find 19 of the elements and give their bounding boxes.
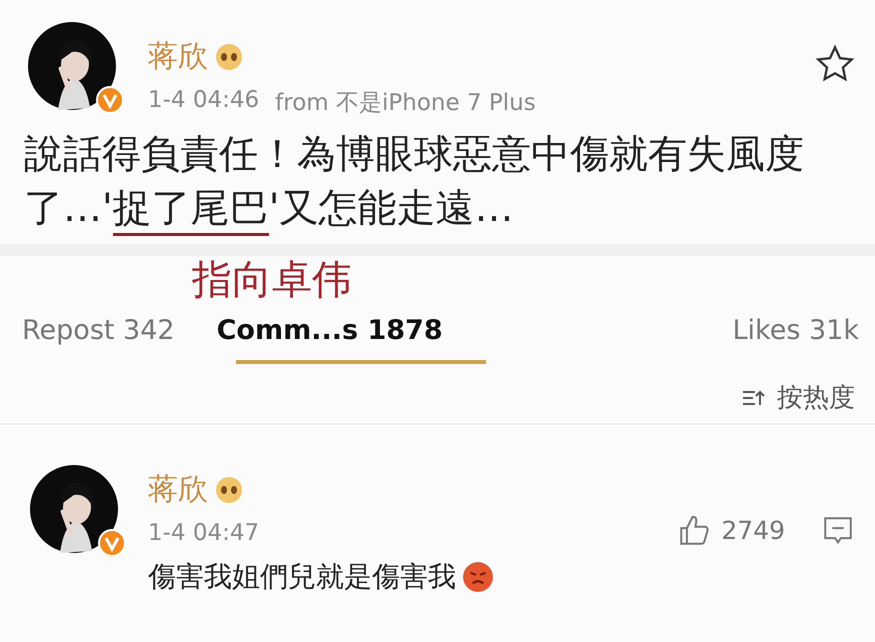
tab[interactable]: Likes 31k bbox=[732, 314, 859, 346]
tab[interactable]: Repost 342 bbox=[22, 314, 175, 346]
emoji-icon bbox=[214, 474, 244, 504]
comment-time: 1-4 04:47 bbox=[148, 520, 260, 546]
star-icon[interactable] bbox=[815, 44, 855, 84]
like-count: 2749 bbox=[721, 516, 785, 545]
verified-badge-icon bbox=[98, 529, 126, 557]
annotation-text: 指向卓伟 bbox=[192, 258, 353, 302]
post-source: from 不是iPhone 7 Plus bbox=[275, 89, 536, 118]
angry-emoji-icon bbox=[462, 561, 494, 593]
sort-label[interactable]: 按热度 bbox=[777, 380, 855, 415]
verified-badge-icon bbox=[96, 86, 124, 114]
author-name[interactable]: 蒋欣 bbox=[148, 36, 208, 77]
post-time: 1-4 04:46 bbox=[148, 87, 260, 115]
tab[interactable]: Comm...s 1878 bbox=[216, 314, 443, 346]
author-name[interactable]: 蒋欣 bbox=[148, 469, 208, 510]
comment-text: 傷害我姐們兒就是傷害我 bbox=[148, 559, 456, 595]
emoji-icon bbox=[214, 42, 244, 72]
post-text: 說話得負責任！為博眼球惡意中傷就有失風度了…'捉了尾巴'又怎能走遠… bbox=[24, 128, 834, 236]
